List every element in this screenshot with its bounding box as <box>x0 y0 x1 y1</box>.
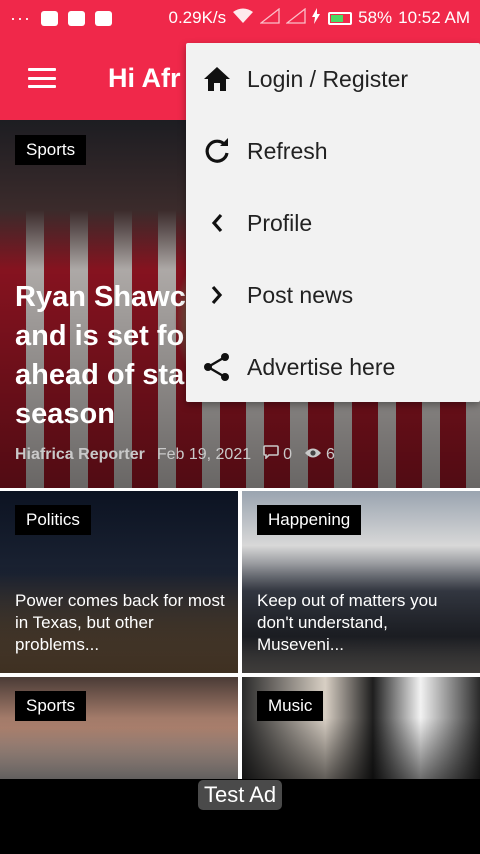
comment-icon <box>263 445 279 463</box>
clock: 10:52 AM <box>398 8 470 27</box>
eye-icon <box>304 446 322 463</box>
menu-item-advertise[interactable]: Advertise here <box>186 331 480 403</box>
menu-item-profile[interactable]: Profile <box>186 187 480 259</box>
article-date: Feb 19, 2021 <box>156 445 252 463</box>
menu-item-label: Advertise here <box>247 353 396 380</box>
menu-item-login[interactable]: Login / Register <box>186 43 480 115</box>
article-card-sports[interactable]: Sports <box>0 677 238 779</box>
ad-label: Test Ad <box>198 780 283 810</box>
comment-count: 0 <box>263 445 292 464</box>
charging-icon <box>312 7 321 29</box>
overflow-menu: Login / Register Refresh Profile Post ne… <box>186 43 480 402</box>
menu-item-label: Refresh <box>247 137 328 164</box>
share-icon <box>200 350 234 384</box>
app-title: Hi Afr <box>108 62 181 93</box>
article-card-happening[interactable]: Happening Keep out of matters you don't … <box>242 491 480 673</box>
article-author: Hiafrica Reporter <box>15 445 145 463</box>
menu-item-refresh[interactable]: Refresh <box>186 115 480 187</box>
message-icon <box>94 10 112 26</box>
category-badge[interactable]: Sports <box>15 691 87 721</box>
app-screen: ··· 0.29K/s 58% 10:52 AM Hi Afr Sports R… <box>0 0 480 854</box>
menu-item-label: Post news <box>247 281 354 308</box>
article-title[interactable]: Power comes back for most in Texas, but … <box>15 590 225 656</box>
menu-item-post-news[interactable]: Post news <box>186 259 480 331</box>
chevron-left-icon <box>200 206 234 240</box>
menu-item-label: Profile <box>247 209 313 236</box>
wifi-icon <box>232 8 254 29</box>
more-notifications-icon: ··· <box>10 8 31 28</box>
signal-icon <box>259 7 280 29</box>
refresh-icon <box>200 134 234 168</box>
battery-level: 58% <box>358 8 393 27</box>
category-badge[interactable]: Happening <box>257 505 362 535</box>
category-badge[interactable]: Politics <box>15 505 91 535</box>
category-badge[interactable]: Music <box>257 691 324 721</box>
article-meta: Hiafrica Reporter Feb 19, 2021 0 6 <box>15 445 335 464</box>
view-count: 6 <box>304 446 335 464</box>
article-card-music[interactable]: Music <box>242 677 480 779</box>
article-card-politics[interactable]: Politics Power comes back for most in Te… <box>0 491 238 673</box>
category-badge[interactable]: Sports <box>15 135 87 165</box>
menu-item-label: Login / Register <box>247 65 409 92</box>
home-icon <box>200 62 234 96</box>
shield-icon <box>40 10 58 26</box>
battery-icon <box>328 11 353 25</box>
menu-icon[interactable] <box>28 68 56 88</box>
signal-icon-2 <box>285 7 306 29</box>
image-icon <box>67 10 85 26</box>
chevron-right-icon <box>200 278 234 312</box>
status-bar: ··· 0.29K/s 58% 10:52 AM <box>0 0 480 36</box>
network-speed: 0.29K/s <box>168 8 227 27</box>
article-title[interactable]: Keep out of matters you don't understand… <box>257 590 467 656</box>
